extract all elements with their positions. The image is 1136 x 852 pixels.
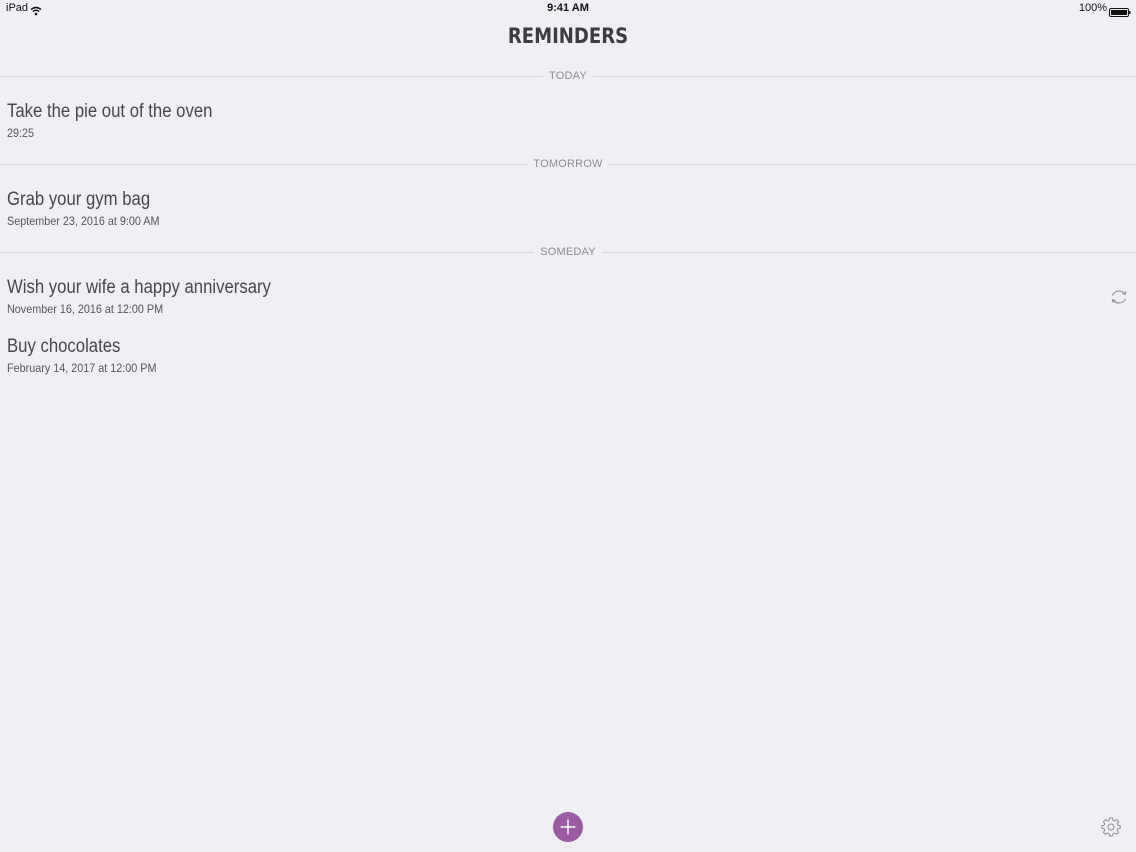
reminder-time: September 23, 2016 at 9:00 AM xyxy=(7,214,160,228)
plus-icon xyxy=(560,819,576,835)
section-header-someday: SOMEDAY xyxy=(0,245,1136,259)
section-label: TOMORROW xyxy=(527,157,609,171)
reminder-item[interactable]: Take the pie out of the oven 29:25 xyxy=(7,101,1107,140)
reminder-title: Take the pie out of the oven xyxy=(7,101,213,122)
reminder-time: November 16, 2016 at 12:00 PM xyxy=(7,302,164,316)
section-label: SOMEDAY xyxy=(534,245,602,259)
reminder-title: Grab your gym bag xyxy=(7,189,151,210)
page-title: REMINDERS xyxy=(507,24,629,48)
gear-icon xyxy=(1101,817,1121,837)
repeat-icon xyxy=(1109,287,1129,312)
status-time: 9:41 AM xyxy=(547,2,589,14)
reminder-title: Wish your wife a happy anniversary xyxy=(7,277,271,298)
battery-icon xyxy=(1109,4,1131,22)
settings-button[interactable] xyxy=(1100,816,1122,838)
section-header-today: TODAY xyxy=(0,69,1136,83)
reminder-time: February 14, 2017 at 12:00 PM xyxy=(7,361,157,375)
section-label: TODAY xyxy=(543,69,593,83)
reminder-title: Buy chocolates xyxy=(7,336,121,357)
reminder-item[interactable]: Grab your gym bag September 23, 2016 at … xyxy=(7,189,1107,228)
battery-percentage: 100% xyxy=(1078,2,1107,14)
add-reminder-button[interactable] xyxy=(553,812,583,842)
reminder-item[interactable]: Wish your wife a happy anniversary Novem… xyxy=(7,277,1107,316)
section-header-tomorrow: TOMORROW xyxy=(0,157,1136,171)
reminder-item[interactable]: Buy chocolates February 14, 2017 at 12:0… xyxy=(7,336,1107,375)
status-bar: iPad 9:41 AM 100% xyxy=(0,0,1136,18)
reminder-time: 29:25 xyxy=(7,126,35,140)
